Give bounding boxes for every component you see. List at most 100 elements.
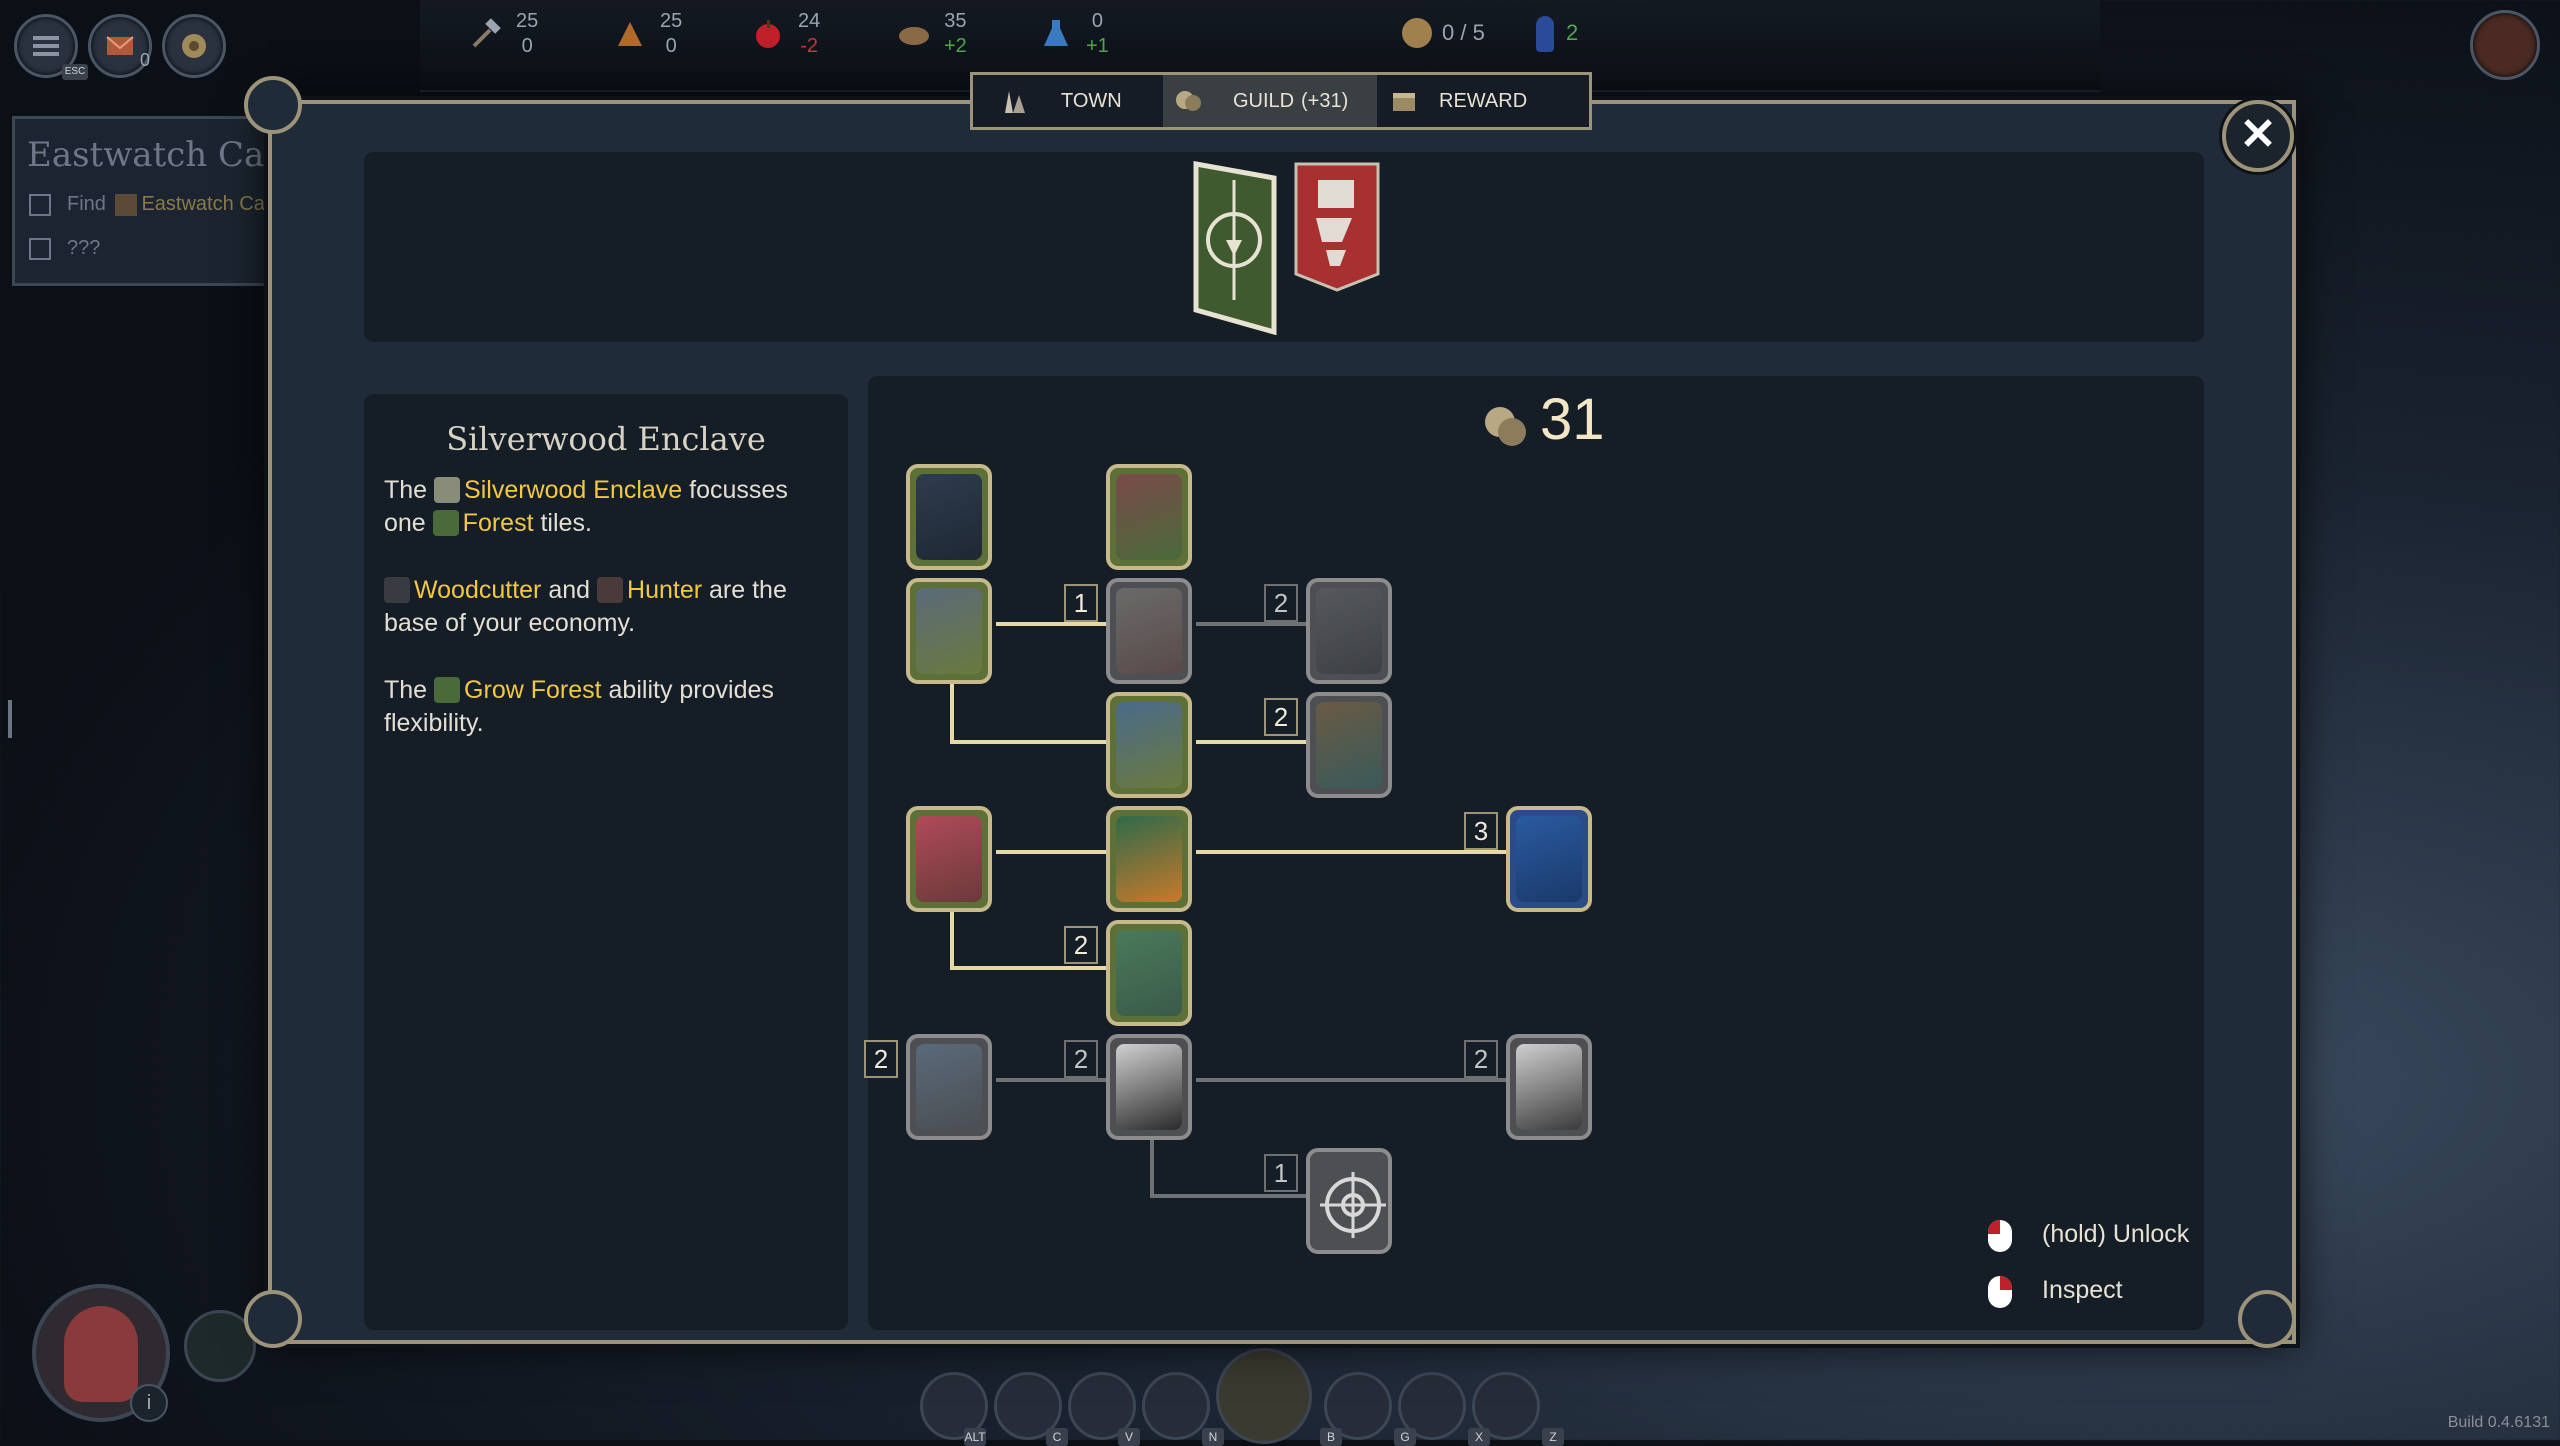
inspect-hint: Inspect	[2042, 1276, 2123, 1304]
resource-tools: 25 0	[472, 10, 538, 58]
reward-icon	[1393, 93, 1415, 111]
population-count: 0 / 5	[1442, 20, 1485, 45]
unlock-hint: (hold) Unlock	[2042, 1220, 2190, 1248]
worker-icon	[1536, 16, 1554, 52]
key-hint: G	[1394, 1428, 1416, 1446]
build-button[interactable]	[1216, 1348, 1312, 1444]
unlock-cost: 2	[864, 1040, 898, 1078]
tree-node-market[interactable]	[1106, 578, 1192, 684]
wolf-head-art	[1316, 588, 1382, 674]
resource-food: 24 -2	[756, 10, 820, 58]
wood-icon	[618, 22, 642, 46]
esc-key-hint: ESC	[62, 64, 88, 80]
grow-forest-icon	[434, 677, 461, 703]
faction-description-3: The Grow Forest ability provides flexibi…	[384, 676, 774, 737]
bread-icon	[899, 27, 929, 45]
hut-art	[916, 588, 982, 674]
build-version: Build 0.4.6131	[2447, 1414, 2550, 1431]
tree-node-woodcutter-hut[interactable]	[906, 578, 992, 684]
town-icon	[1005, 91, 1025, 113]
tree-node-crystal[interactable]	[1106, 920, 1192, 1026]
crosshair-icon	[1320, 1172, 1386, 1238]
book-button[interactable]	[1142, 1372, 1210, 1440]
resource-potion: 0 +1	[1044, 10, 1109, 58]
apple-icon	[756, 20, 780, 48]
unlock-cost: 1	[1264, 1154, 1298, 1192]
tab-town[interactable]: TOWN	[973, 75, 1163, 127]
unlock-cost: 1	[1064, 584, 1098, 622]
well-art	[1316, 702, 1382, 788]
key-hint: C	[1046, 1428, 1068, 1446]
hooded-figure-art	[1116, 1044, 1182, 1130]
map-button[interactable]	[162, 14, 226, 78]
tree-node-hooded-building[interactable]	[906, 464, 992, 570]
resource-bread: 35 +2	[899, 10, 967, 58]
castle-icon	[115, 193, 138, 216]
forest-art	[1116, 816, 1182, 902]
faction-title: Silverwood Enclave	[446, 420, 766, 458]
key-hint: Z	[1542, 1428, 1564, 1446]
dialog-corner-ornament	[244, 76, 302, 134]
tab-guild[interactable]: GUILD (+31)	[1163, 75, 1377, 127]
resource-wood: 25 0	[618, 10, 682, 58]
market-art	[1116, 588, 1182, 674]
key-hint: X	[1468, 1428, 1490, 1446]
silverwood-banner-icon	[1193, 161, 1277, 336]
enclave-icon	[434, 477, 461, 503]
tent-art	[1116, 474, 1182, 560]
info-icon[interactable]: i	[130, 1384, 168, 1422]
season-indicator[interactable]	[2470, 10, 2540, 80]
key-hint: ALT	[964, 1428, 986, 1446]
guild-points-value: 31	[1540, 387, 1605, 452]
key-hint: N	[1202, 1428, 1224, 1446]
key-hint: V	[1118, 1428, 1140, 1446]
faction-description-2: Woodcutter and Hunter are the base of yo…	[384, 576, 787, 637]
tree-node-hooded-figure[interactable]	[1106, 1034, 1192, 1140]
blue-forest-art	[1516, 816, 1582, 902]
tree-node-stone-house[interactable]	[1106, 692, 1192, 798]
close-button[interactable]: ✕	[2222, 100, 2294, 172]
tree-node-hero[interactable]	[906, 806, 992, 912]
guild-coin-icon	[1485, 407, 1526, 446]
tab-bar: TOWN GUILD (+31) REWARD	[970, 72, 1592, 130]
tree-node-boots[interactable]	[1506, 1034, 1592, 1140]
woodcutter-icon	[384, 577, 410, 603]
quest-title: Eastwatch Castl	[27, 135, 307, 175]
unlock-cost: 2	[1264, 698, 1298, 736]
key-hint: B	[1320, 1428, 1342, 1446]
guild-icon	[1176, 91, 1201, 111]
fisher-hut-art	[916, 1044, 982, 1130]
checkbox	[29, 237, 51, 260]
shield-banner-icon	[1294, 162, 1380, 292]
side-handle[interactable]	[8, 700, 12, 738]
bottom-action-bar: ALT C V N B G X Z	[900, 1348, 1680, 1446]
unlock-cost: 2	[1064, 926, 1098, 964]
worker-count: 2	[1566, 20, 1579, 45]
compass-icon	[182, 34, 206, 58]
quest-objective: ???	[29, 237, 100, 260]
hammer-icon	[472, 18, 501, 48]
tree-node-fisher-hut[interactable]	[906, 1034, 992, 1140]
unlock-cost: 2	[1264, 584, 1298, 622]
smile-icon	[1402, 18, 1432, 48]
tree-node-well[interactable]	[1306, 692, 1392, 798]
tree-node-tent[interactable]	[1106, 464, 1192, 570]
hooded-house-art	[916, 474, 982, 560]
dialog-corner-ornament	[2238, 1290, 2296, 1348]
unlock-cost: 3	[1464, 812, 1498, 850]
boots-art	[1516, 1044, 1582, 1130]
tab-reward[interactable]: REWARD	[1377, 75, 1589, 127]
tree-node-blue-forest[interactable]	[1506, 806, 1592, 912]
tree-node-forest[interactable]	[1106, 806, 1192, 912]
tree-node-wolf[interactable]	[1306, 578, 1392, 684]
faction-description-1: The Silverwood Enclave focusses one Fore…	[384, 476, 788, 537]
envelope-icon	[106, 36, 134, 55]
left-mouse-icon	[1988, 1220, 2012, 1252]
target-art	[1316, 1158, 1386, 1244]
unlock-cost: 2	[1464, 1040, 1498, 1078]
hero-art	[916, 816, 982, 902]
quest-objective: Find Eastwatch Ca	[29, 193, 265, 216]
hunter-icon	[597, 577, 624, 603]
forest-icon	[432, 510, 459, 536]
tree-node-target[interactable]	[1306, 1148, 1392, 1254]
